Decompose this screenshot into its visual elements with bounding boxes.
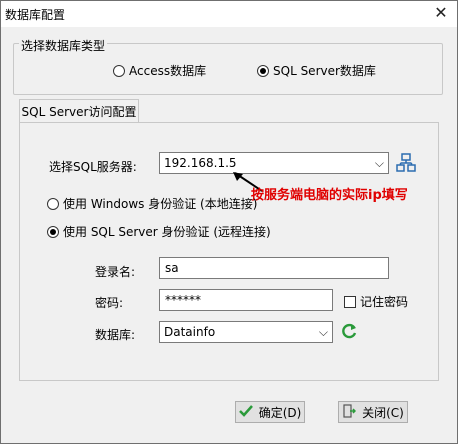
dialog-window: 数据库配置 ✕ 选择数据库类型 Access数据库 SQL Server数据库 …	[0, 0, 458, 444]
radio-access-label: Access数据库	[129, 64, 207, 78]
radio-access[interactable]: Access数据库	[113, 62, 206, 79]
remember-password-label: 记住密码	[360, 295, 409, 309]
server-combo[interactable]: 192.168.1.5 ⌵	[159, 152, 389, 174]
window-title: 数据库配置	[5, 8, 66, 22]
chevron-down-icon[interactable]: ⌵	[319, 325, 328, 340]
radio-sqlserver-dot[interactable]	[257, 64, 269, 77]
radio-windows-auth[interactable]: 使用 Windows 身份验证 (本地连接)	[47, 195, 257, 212]
server-label: 选择SQL服务器:	[49, 160, 137, 174]
server-value: 192.168.1.5	[164, 156, 237, 170]
database-combo[interactable]: Datainfo ⌵	[159, 321, 333, 343]
annotation-text: 按服务端电脑的实际ip填写	[251, 188, 408, 203]
ok-button-label: 确定(D)	[258, 405, 302, 420]
tab-sqlserver-config-label: SQL Server访问配置	[21, 105, 137, 119]
radio-windows-auth-label: 使用 Windows 身份验证 (本地连接)	[63, 197, 258, 211]
login-input[interactable]: sa	[159, 257, 389, 279]
password-label: 密码:	[95, 296, 124, 310]
radio-sqlserver-label: SQL Server数据库	[273, 64, 376, 78]
password-input[interactable]: ******	[159, 289, 333, 311]
close-icon[interactable]: ✕	[431, 3, 451, 23]
checkmark-icon	[238, 404, 253, 421]
login-label: 登录名:	[95, 265, 136, 279]
tab-sqlserver-config[interactable]: SQL Server访问配置	[19, 99, 139, 123]
database-value: Datainfo	[164, 325, 216, 339]
ok-button[interactable]: 确定(D)	[235, 401, 305, 423]
radio-sql-auth-label: 使用 SQL Server 身份验证 (远程连接)	[63, 225, 271, 239]
db-type-legend: 选择数据库类型	[19, 37, 108, 54]
close-button-label: 关闭(C)	[362, 405, 404, 420]
password-value: ******	[165, 293, 201, 307]
radio-access-dot[interactable]	[113, 64, 125, 77]
remember-password-checkbox[interactable]: 记住密码	[344, 293, 408, 310]
radio-windows-auth-dot[interactable]	[47, 197, 59, 210]
close-button[interactable]: 关闭(C)	[338, 401, 408, 423]
radio-sqlserver[interactable]: SQL Server数据库	[257, 62, 376, 79]
refresh-icon[interactable]	[339, 321, 359, 341]
login-value: sa	[165, 261, 179, 275]
network-icon[interactable]	[396, 153, 416, 173]
title-bar: 数据库配置 ✕	[1, 1, 457, 27]
radio-sql-auth-dot[interactable]	[47, 225, 59, 238]
database-label: 数据库:	[95, 328, 136, 342]
radio-sql-auth[interactable]: 使用 SQL Server 身份验证 (远程连接)	[47, 223, 271, 240]
remember-password-box[interactable]	[344, 295, 356, 308]
chevron-down-icon[interactable]: ⌵	[375, 156, 384, 171]
exit-icon	[342, 403, 357, 421]
